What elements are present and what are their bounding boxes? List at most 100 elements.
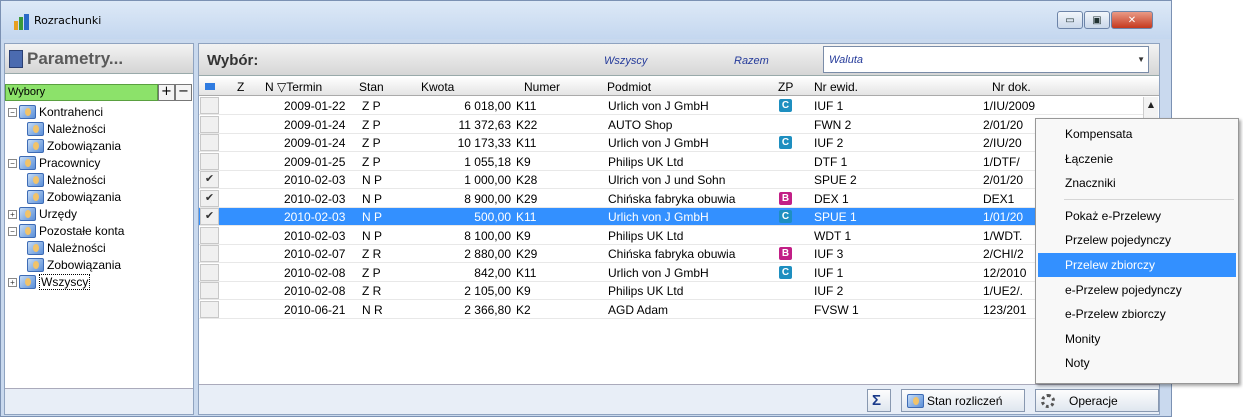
row-check-icon[interactable]: [200, 134, 219, 151]
table-row[interactable]: 2009-01-24 Z P 10 173,33 K11 Urlich von J Gm…: [199, 134, 1143, 152]
filter-bar: Wybór: Wszyscy Razem Waluta ▼: [199, 44, 1159, 76]
row-check-icon[interactable]: ✔: [200, 171, 219, 188]
tree-item[interactable]: Zobowiązania: [27, 138, 121, 154]
table-row[interactable]: 2010-02-08 Z P 842,00 K11 Urlich von J GmbH I…: [199, 263, 1143, 282]
minimize-button[interactable]: ▭: [1057, 11, 1083, 29]
menu-item[interactable]: Łączenie: [1038, 147, 1236, 171]
col-zp[interactable]: ZP: [778, 80, 793, 94]
cell-kwota: 2 366,80: [464, 302, 511, 317]
cell-stan: Z P: [362, 99, 381, 113]
table-row[interactable]: ✔ 2010-02-03 N P 500,00 K11 Urlich von J GmbH…: [199, 208, 1143, 226]
grid-header: Z N ▽Termin Stan Kwota Numer Podmiot ZP …: [199, 78, 1159, 96]
stan-rozliczen-label: Stan rozliczeń: [927, 393, 1003, 408]
col-stan[interactable]: Stan: [359, 80, 384, 94]
menu-separator: [1064, 198, 1234, 200]
row-check-icon[interactable]: [200, 282, 219, 299]
expand-toggle-icon[interactable]: −: [8, 107, 17, 117]
row-check-icon[interactable]: [200, 97, 219, 114]
tree-item[interactable]: Należności: [27, 172, 106, 188]
scroll-up-icon[interactable]: ▲: [1144, 97, 1158, 112]
stan-rozliczen-button[interactable]: Stan rozliczeń: [901, 389, 1025, 412]
row-check-icon[interactable]: [200, 226, 219, 244]
tree-item[interactable]: + Urzędy: [8, 206, 77, 222]
tree-item-label: Kontrahenci: [39, 105, 104, 119]
tree-item[interactable]: − Pozostałe konta: [8, 223, 124, 239]
table-row[interactable]: ✔ 2010-02-03 N P 1 000,00 K28 Ulrich von J un…: [199, 171, 1143, 189]
remove-wybor-button[interactable]: −: [175, 84, 192, 101]
tree-item[interactable]: Należności: [27, 240, 106, 256]
chevron-down-icon: ▼: [1137, 55, 1145, 64]
col-nrewid[interactable]: Nr ewid.: [814, 80, 858, 94]
row-check-icon[interactable]: ✔: [200, 208, 219, 225]
group-icon: [19, 156, 36, 170]
select-all-indicator[interactable]: [205, 83, 215, 90]
cell-stan: Z R: [362, 247, 382, 261]
table-row[interactable]: 2010-02-08 Z R 2 105,00 K9 Philips UK Ltd IUF…: [199, 282, 1143, 300]
menu-item[interactable]: Kompensata: [1038, 122, 1236, 146]
wszyscy-label: Wszyscy: [604, 55, 648, 67]
col-n[interactable]: N: [265, 80, 274, 94]
group-icon: [19, 224, 36, 238]
row-check-icon[interactable]: [200, 115, 219, 133]
menu-item[interactable]: Monity: [1038, 327, 1236, 351]
expand-toggle-icon[interactable]: +: [8, 209, 17, 219]
col-numer[interactable]: Numer: [524, 80, 560, 94]
row-check-icon[interactable]: ✔: [200, 189, 219, 207]
close-button[interactable]: ✕: [1111, 11, 1153, 29]
table-row[interactable]: 2010-06-21 N R 2 366,80 K2 AGD Adam FVSW 1 123…: [199, 300, 1143, 319]
menu-item[interactable]: Pokaż e-Przelewy: [1038, 204, 1236, 228]
tree-item[interactable]: + Wszyscy: [8, 274, 91, 290]
menu-item[interactable]: Znaczniki: [1038, 171, 1236, 195]
parametry-button[interactable]: Parametry...: [5, 44, 193, 74]
zp-badge-icon: C: [779, 210, 792, 223]
row-check-icon[interactable]: [200, 152, 219, 170]
tree-item[interactable]: Zobowiązania: [27, 257, 121, 273]
rozrachunki-window: Rozrachunki ▭ ▣ ✕ Parametry... Wybory + …: [0, 0, 1172, 417]
row-check-icon[interactable]: [200, 263, 219, 281]
expand-toggle-icon[interactable]: −: [8, 226, 17, 236]
menu-item[interactable]: e-Przelew pojedynczy: [1038, 278, 1236, 302]
expand-toggle-icon[interactable]: −: [8, 158, 17, 168]
col-z[interactable]: Z: [237, 80, 244, 94]
col-kwota[interactable]: Kwota: [421, 80, 454, 94]
table-row[interactable]: 2010-02-03 N P 8 100,00 K9 Philips UK Ltd WDT…: [199, 226, 1143, 245]
cell-nrewid: IUF 3: [814, 247, 844, 261]
menu-item[interactable]: e-Przelew zbiorczy: [1038, 302, 1236, 326]
menu-item[interactable]: Noty: [1038, 351, 1236, 375]
add-wybor-button[interactable]: +: [158, 84, 175, 101]
operacje-button[interactable]: Operacje: [1035, 389, 1159, 412]
col-nrdok[interactable]: Nr dok.: [992, 80, 1031, 94]
row-check-icon[interactable]: [200, 300, 219, 318]
cell-nrdok: 1/UE2/.: [983, 284, 1024, 298]
footer-bar: Σ Stan rozliczeń Operacje: [199, 384, 1159, 414]
table-row[interactable]: 2010-02-07 Z R 2 880,00 K29 Chińska fabryka …: [199, 245, 1143, 263]
cell-nrdok: 2/01/20: [983, 117, 1024, 132]
maximize-button[interactable]: ▣: [1084, 11, 1110, 29]
tree-item-label: Pracownicy: [39, 156, 101, 170]
col-termin[interactable]: ▽Termin: [277, 80, 322, 94]
cell-nrdok: DEX1: [983, 191, 1015, 206]
table-row[interactable]: ✔ 2010-02-03 N P 8 900,00 K29 Chińska fabryka…: [199, 189, 1143, 208]
cell-stan: Z R: [362, 284, 382, 298]
menu-item[interactable]: Przelew zbiorczy: [1038, 253, 1236, 277]
cell-stan: Z P: [362, 154, 381, 169]
tree-item[interactable]: Zobowiązania: [27, 189, 121, 205]
table-row[interactable]: 2009-01-24 Z P 11 372,63 K22 AUTO Shop FWN 2 2…: [199, 115, 1143, 134]
right-panel: Wybór: Wszyscy Razem Waluta ▼ Z N ▽Termi…: [198, 43, 1160, 415]
table-row[interactable]: 2009-01-25 Z P 1 055,18 K9 Philips UK Ltd DTF…: [199, 152, 1143, 171]
tree-item[interactable]: − Kontrahenci: [8, 104, 103, 120]
waluta-select[interactable]: Waluta ▼: [823, 46, 1149, 73]
tree-item[interactable]: − Pracownicy: [8, 155, 100, 171]
cell-kwota: 8 100,00: [464, 228, 511, 243]
tree-item[interactable]: Należności: [27, 121, 106, 137]
cell-nrdok: 12/2010: [983, 265, 1027, 280]
cell-stan: Z P: [362, 136, 381, 150]
sum-button[interactable]: Σ: [867, 389, 891, 412]
row-check-icon[interactable]: [200, 245, 219, 262]
col-podmiot[interactable]: Podmiot: [607, 80, 651, 94]
table-row[interactable]: 2009-01-22 Z P 6 018,00 K11 Urlich von J Gmb…: [199, 97, 1143, 115]
menu-item[interactable]: Przelew pojedynczy: [1038, 228, 1236, 252]
cell-stan: N P: [362, 191, 383, 206]
expand-toggle-icon[interactable]: +: [8, 277, 17, 287]
cell-nrdok: 1/01/20: [983, 210, 1024, 224]
